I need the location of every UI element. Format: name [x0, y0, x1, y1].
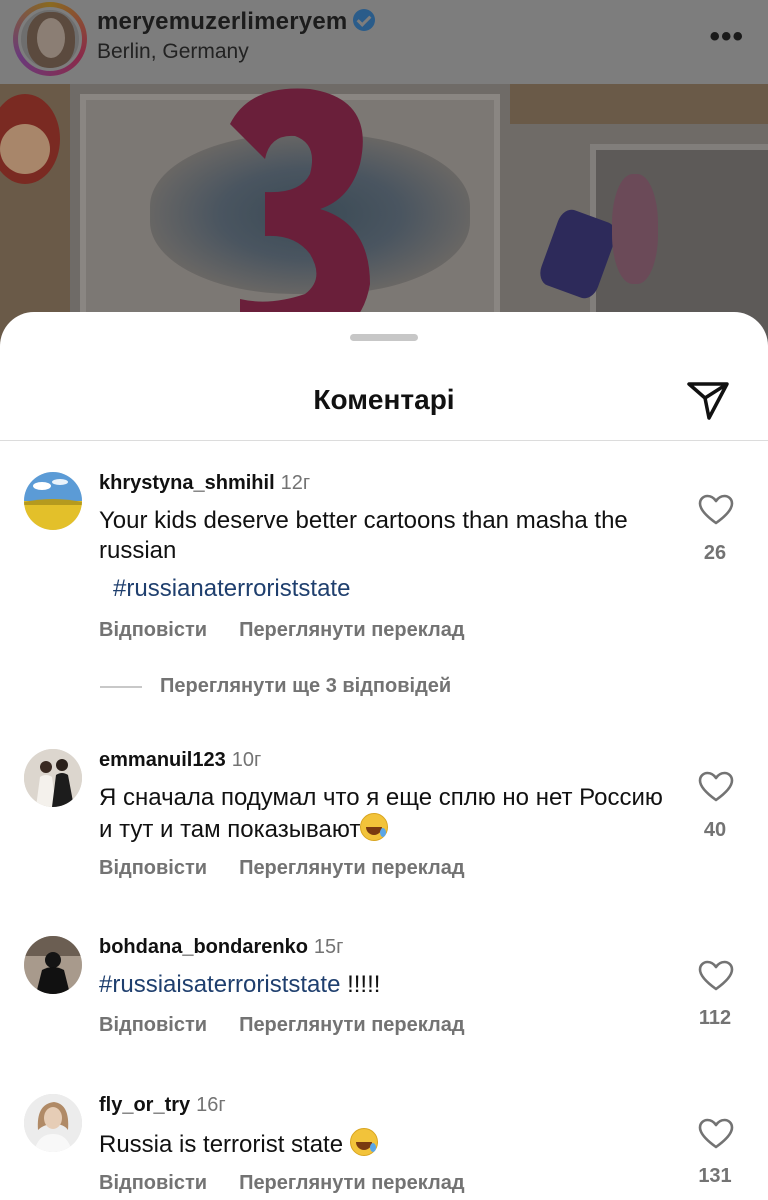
sheet-grabber[interactable] [350, 334, 418, 341]
view-replies-label[interactable]: Переглянути ще 3 відповідей [160, 675, 451, 697]
see-translation-button[interactable]: Переглянути переклад [239, 619, 464, 641]
comment-text: Your kids deserve better cartoons than m… [99, 506, 679, 604]
sheet-title: Коментарі [313, 384, 455, 415]
comment-username-text[interactable]: bohdana_bondarenko [99, 936, 308, 958]
rolling-on-floor-laughing-emoji [360, 813, 389, 841]
comment-body: Your kids deserve better cartoons than m… [99, 507, 628, 564]
like-count[interactable]: 26 [680, 542, 750, 565]
comment-username-text[interactable]: fly_or_try [99, 1094, 190, 1116]
view-replies-button[interactable]: Переглянути ще 3 відповідей [100, 675, 451, 698]
comment-actions: Відповісти Переглянути переклад [99, 857, 465, 880]
comment-avatar[interactable] [24, 472, 82, 530]
verified-badge-icon [353, 9, 376, 31]
comment-avatar[interactable] [24, 749, 82, 807]
heart-icon[interactable] [698, 1118, 734, 1150]
comment-actions: Відповісти Переглянути переклад [99, 1172, 465, 1195]
pink-balloon [612, 174, 658, 284]
like-count[interactable]: 40 [680, 819, 750, 842]
comment-body: Russia is terrorist state [99, 1131, 350, 1158]
comment-actions: Відповісти Переглянути переклад [99, 1014, 465, 1037]
post-image [0, 84, 768, 344]
see-translation-button[interactable]: Переглянути переклад [239, 1014, 464, 1036]
comment-username: khrystyna_shmihil 12г [99, 472, 310, 495]
comment-text: Я сначала подумал что я еще сплю но нет … [99, 783, 679, 845]
comment-avatar[interactable] [24, 1094, 82, 1152]
comment-body: !!!!! [340, 971, 381, 998]
comment-username: fly_or_try 16г [99, 1094, 226, 1117]
comments-sheet: Коментарі khrystyna_shmihil 12г Your kids… [0, 312, 768, 1200]
comment-text: Russia is terrorist state [99, 1128, 679, 1160]
comment-username-text[interactable]: emmanuil123 [99, 749, 226, 771]
comment-username: bohdana_bondarenko 15г [99, 936, 343, 959]
see-translation-button[interactable]: Переглянути переклад [239, 1172, 464, 1194]
heart-icon[interactable] [698, 771, 734, 803]
comment-actions: Відповісти Переглянути переклад [99, 619, 465, 642]
paper-plane-icon[interactable] [684, 376, 732, 424]
post-username-text[interactable]: meryemuzerlimeryem [97, 8, 347, 35]
post-avatar[interactable] [18, 7, 82, 71]
comment-avatar[interactable] [24, 936, 82, 994]
like-count[interactable]: 131 [680, 1165, 750, 1188]
crying-face-emoji [349, 1128, 378, 1156]
replies-line [100, 685, 142, 688]
see-translation-button[interactable]: Переглянути переклад [239, 857, 464, 879]
reply-button[interactable]: Відповісти [99, 619, 207, 641]
number-three-balloon [230, 88, 370, 344]
story-ring[interactable] [13, 2, 87, 76]
comment-hashtag-link[interactable]: #russianaterroriststate [113, 574, 350, 604]
comment-username: emmanuil123 10г [99, 749, 261, 772]
ellipsis-icon[interactable]: ••• [709, 20, 744, 54]
reply-button[interactable]: Відповісти [99, 1014, 207, 1036]
reply-button[interactable]: Відповісти [99, 1172, 207, 1194]
heart-icon[interactable] [698, 494, 734, 526]
comment-time: 12г [280, 472, 311, 494]
sheet-divider [0, 440, 768, 441]
comment-username-text[interactable]: khrystyna_shmihil [99, 472, 275, 494]
reply-button[interactable]: Відповісти [99, 857, 207, 879]
comment-time: 15г [313, 936, 344, 958]
post-location[interactable]: Berlin, Germany [97, 40, 249, 64]
post-header: meryemuzerlimeryem Berlin, Germany ••• [0, 0, 768, 84]
like-count[interactable]: 112 [680, 1007, 750, 1030]
comment-time: 10г [231, 749, 262, 771]
comment-time: 16г [196, 1094, 226, 1116]
comment-text: #russiaisaterroriststate !!!!! [99, 970, 679, 1000]
post-username[interactable]: meryemuzerlimeryem [97, 8, 376, 36]
comment-hashtag-link[interactable]: #russiaisaterroriststate [99, 971, 340, 998]
heart-icon[interactable] [698, 960, 734, 992]
